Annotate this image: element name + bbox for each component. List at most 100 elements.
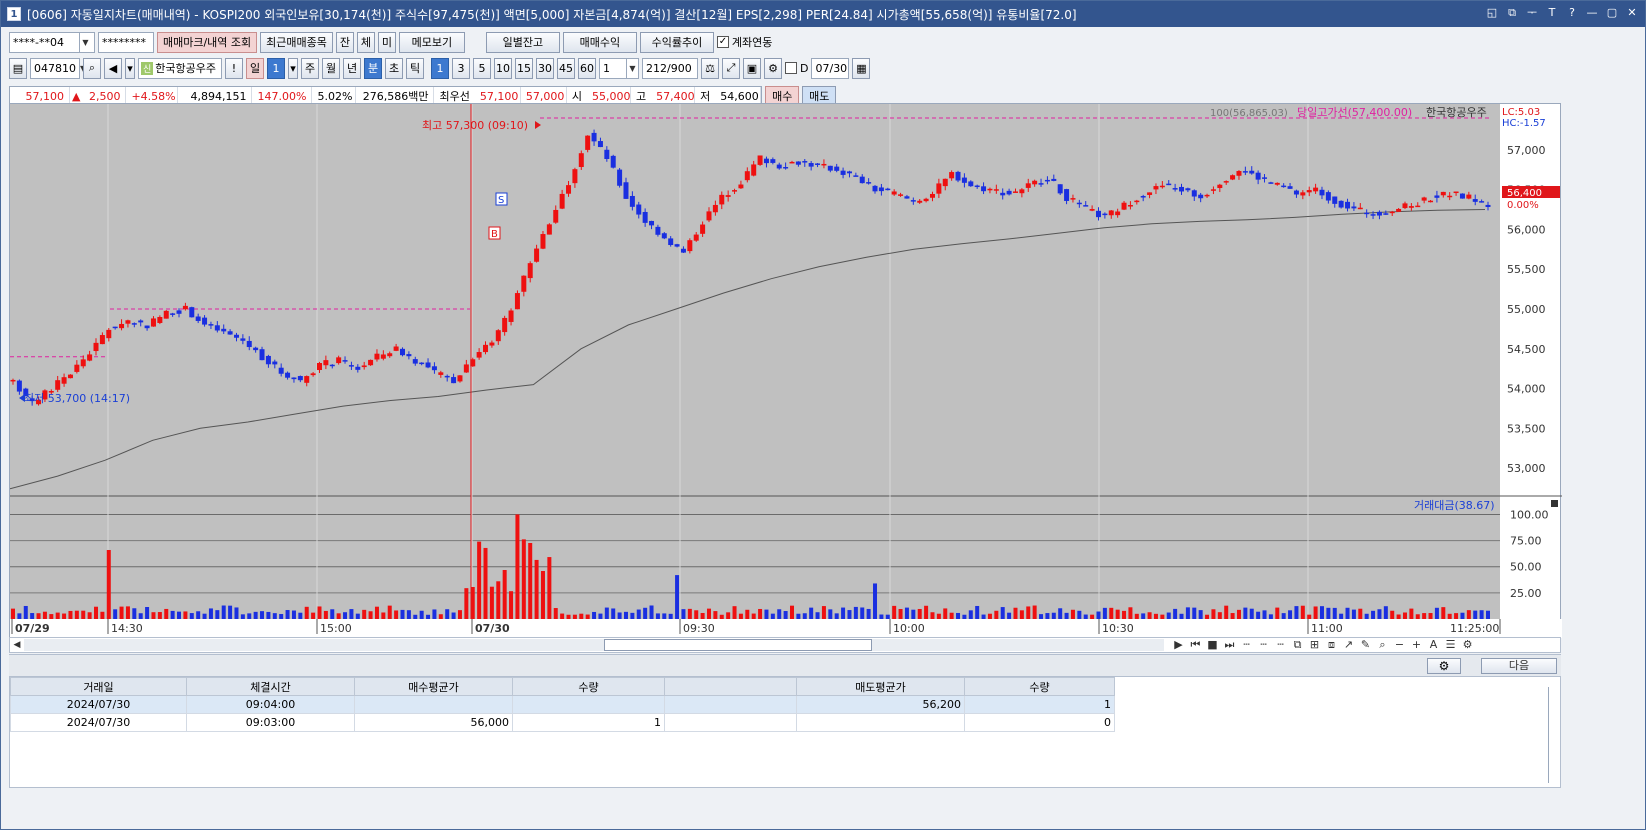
grid-scrollbar[interactable] [1548, 687, 1558, 783]
drawing-icon[interactable]: ✎ [1359, 638, 1372, 652]
interval-45-button[interactable]: 45 [557, 57, 575, 79]
interval-10-button[interactable]: 10 [494, 57, 512, 79]
first-page-icon[interactable]: ⏮ [1189, 638, 1202, 652]
next-button[interactable]: 다음 [1481, 658, 1557, 674]
restore-layout-icon[interactable]: ⧉ [1505, 5, 1519, 21]
stock-name-field[interactable]: 신 한국항공우주 [138, 57, 222, 79]
unfilled-button[interactable]: 미 [377, 31, 396, 53]
maximize-button[interactable]: ▢ [1605, 5, 1619, 21]
profit-trend-button[interactable]: 수익률추이 [639, 31, 714, 53]
zoom-slider-icon[interactable]: ┄ [1240, 638, 1253, 652]
interval-30-button[interactable]: 30 [536, 57, 554, 79]
period-day-value[interactable]: 1 [267, 57, 285, 79]
trade-profit-button[interactable]: 매매수익 [562, 31, 637, 53]
count-field[interactable]: 212 /900 [642, 57, 698, 79]
help-icon[interactable]: ? [1565, 5, 1579, 21]
draw-tool-icon[interactable]: ⤢ [722, 57, 740, 79]
scroll-track[interactable] [24, 639, 1164, 651]
period-month-button[interactable]: 월 [322, 57, 340, 79]
date-input[interactable]: 07/30 [811, 57, 850, 79]
zoom-in-icon[interactable]: + [1410, 638, 1423, 652]
period-tick-button[interactable]: 틱 [406, 57, 424, 79]
interval-60-button[interactable]: 60 [578, 57, 596, 79]
interval-select[interactable]: 1 ▼ [599, 57, 639, 79]
interval-3-button[interactable]: 3 [452, 57, 470, 79]
daily-balance-button[interactable]: 일별잔고 [485, 31, 560, 53]
interval-1-button[interactable]: 1 [431, 57, 449, 79]
table-row[interactable]: 2024/07/30 09:04:00 56,200 1 [10, 695, 1115, 714]
header-trade-date[interactable]: 거래일 [10, 677, 187, 696]
grid-settings-button[interactable]: ⚙ [1427, 658, 1461, 674]
zoom-slider-end[interactable]: ┄ [1274, 638, 1287, 652]
period-week-button[interactable]: 주 [301, 57, 319, 79]
stop-icon[interactable]: ■ [1206, 638, 1219, 652]
cell-date: 2024/07/30 [10, 713, 187, 732]
settings-icon[interactable]: ⚙ [1461, 638, 1474, 652]
header-sell-qty[interactable]: 수량 [964, 677, 1115, 696]
search-icon[interactable]: ⌕ [83, 57, 101, 79]
header-blank[interactable] [664, 677, 797, 696]
balance-button[interactable]: 잔 [335, 31, 354, 53]
speaker-icon[interactable]: ◀ [104, 57, 122, 79]
pin-icon[interactable]: ᅮ [1525, 5, 1539, 21]
interval-5-button[interactable]: 5 [473, 57, 491, 79]
table-row[interactable]: 2024/07/30 09:03:00 56,000 1 0 [10, 713, 1115, 732]
magnify-icon[interactable]: ⌕ [1376, 638, 1389, 652]
scroll-thumb[interactable] [604, 639, 872, 651]
chart-panel[interactable]: 57,00056,50056,00055,50055,00054,50054,0… [9, 103, 1562, 638]
settings-icon[interactable]: ⚙ [764, 57, 782, 79]
header-sell-avg[interactable]: 매도평균가 [796, 677, 965, 696]
scroll-left-icon[interactable]: ◀ [10, 640, 24, 650]
zoom-slider-track[interactable]: ┄ [1257, 638, 1270, 652]
candle-body [553, 209, 559, 223]
alert-button[interactable]: ! [225, 57, 243, 79]
font-icon[interactable]: T [1545, 5, 1559, 21]
indicator-icon[interactable]: ⚖ [701, 57, 719, 79]
last-page-icon[interactable]: ⏭ [1223, 638, 1236, 652]
chart-scrollbar[interactable]: ◀ ▶ ⏮ ■ ⏭ ┄ ┄ ┄ ⧉ ⊞ ⧈ ↗ ✎ ⌕ − + A ☰ ⚙ [9, 637, 1561, 653]
grid-icon[interactable]: ⊞ [1308, 638, 1321, 652]
dock-icon[interactable]: ◱ [1485, 5, 1499, 21]
trade-mark-query-button[interactable]: 매매마크/내역 조회 [157, 31, 258, 53]
chevron-down-icon[interactable]: ▾ [288, 57, 298, 79]
compare-icon[interactable]: ⧉ [1291, 638, 1304, 652]
period-year-button[interactable]: 년 [343, 57, 361, 79]
period-day-button[interactable]: 일 [246, 57, 264, 79]
cell-buy-avg [354, 695, 513, 714]
minimize-button[interactable]: — [1585, 5, 1599, 21]
account-link-checkbox[interactable]: ✓ [716, 36, 729, 48]
speaker-dropdown-icon[interactable]: ▾ [125, 57, 135, 79]
close-button[interactable]: ✕ [1625, 5, 1639, 21]
password-field[interactable]: ******** [98, 31, 154, 53]
header-buy-avg[interactable]: 매수평균가 [354, 677, 513, 696]
candle-body [1293, 190, 1299, 195]
buy-marker[interactable]: B [488, 226, 501, 240]
text-icon[interactable]: A [1427, 638, 1440, 652]
candlestick-chart[interactable]: 57,00056,50056,00055,50055,00054,50054,0… [9, 104, 1562, 638]
recent-trades-button[interactable]: 최근매매종목 [260, 31, 333, 53]
interval-15-button[interactable]: 15 [515, 57, 533, 79]
zoom-out-icon[interactable]: − [1393, 638, 1406, 652]
copy-icon[interactable]: ⧈ [1325, 638, 1338, 652]
memo-button[interactable]: 메모보기 [398, 31, 465, 53]
candle-body [182, 305, 188, 310]
chevron-down-icon[interactable]: ▼ [626, 58, 638, 78]
app-icon[interactable]: 1 [7, 7, 21, 21]
period-second-button[interactable]: 초 [385, 57, 403, 79]
save-icon[interactable]: ▣ [743, 57, 761, 79]
stock-code-input[interactable]: 047810 ▼ [30, 57, 86, 79]
date-checkbox[interactable] [785, 62, 797, 74]
period-minute-button[interactable]: 분 [364, 57, 382, 79]
trend-icon[interactable]: ↗ [1342, 638, 1355, 652]
header-exec-time[interactable]: 체결시간 [186, 677, 355, 696]
sell-marker[interactable]: S [495, 192, 508, 206]
header-buy-qty[interactable]: 수량 [512, 677, 665, 696]
account-select[interactable]: ****-**04 ▼ [9, 31, 95, 53]
panel-close-icon[interactable] [1551, 500, 1558, 507]
chevron-down-icon[interactable]: ▼ [79, 32, 91, 52]
calendar-icon[interactable]: ▦ [852, 57, 871, 79]
filled-button[interactable]: 체 [356, 31, 375, 53]
scroll-right-icon[interactable]: ▶ [1172, 638, 1185, 652]
list-icon[interactable]: ☰ [1444, 638, 1457, 652]
layout-icon[interactable]: ▤ [9, 57, 27, 79]
